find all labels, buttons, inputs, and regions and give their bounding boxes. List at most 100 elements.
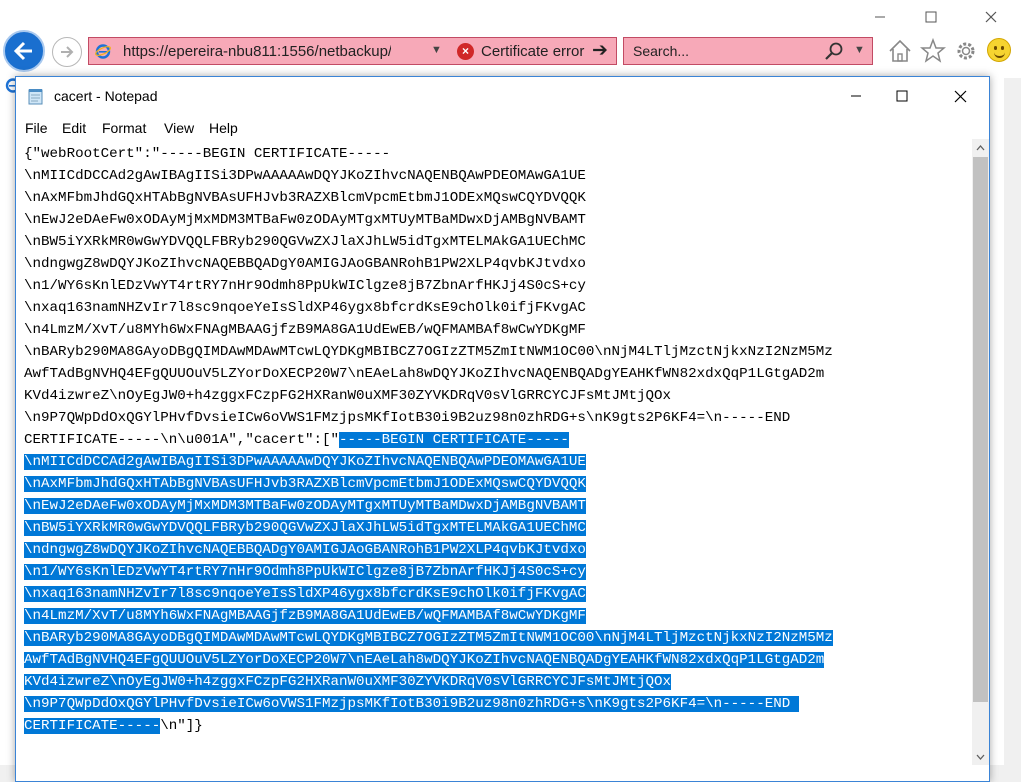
address-url: https://epereira-nbu811:1556/netbackup/s… xyxy=(123,43,391,60)
certificate-error-label[interactable]: Certificate error xyxy=(481,43,584,60)
notepad-minimize-button[interactable] xyxy=(833,77,879,115)
text-line: \nxaq163namNHZvIr7l8sc9nqoeYeIsSldXP46yg… xyxy=(24,297,974,319)
selected-text: CERTIFICATE----- xyxy=(24,718,161,734)
ie-logo-icon xyxy=(95,44,111,59)
scroll-down-button[interactable] xyxy=(972,748,989,765)
selected-text: \n4LmzM/XvT/u8MYh6WxFNAgMBAAGjfzB9MA8GA1… xyxy=(24,608,586,624)
certificate-error-icon: × xyxy=(457,43,474,60)
selected-text: \nAxMFbmJhdGQxHTAbBgNVBAsUFHJvb3RAZXBlcm… xyxy=(24,476,586,492)
forward-button[interactable] xyxy=(52,37,82,67)
search-box[interactable]: Search... ▼ xyxy=(623,37,873,65)
text-line: \ndngwgZ8wDQYJKoZIhvcNAQEBBQADgY0AMIGJAo… xyxy=(24,539,974,561)
text-segment: \n4LmzM/XvT/u8MYh6WxFNAgMBAAGjfzB9MA8GA1… xyxy=(24,322,586,338)
menu-format[interactable]: Format xyxy=(102,120,146,136)
selected-text: \n1/WY6sKnlEDzVwYT4rtRY7nHr9Odmh8PpUkWIC… xyxy=(24,564,586,580)
address-bar[interactable]: https://epereira-nbu811:1556/netbackup/s… xyxy=(88,37,617,65)
notepad-close-button[interactable] xyxy=(937,77,983,115)
gear-icon[interactable] xyxy=(953,38,979,64)
text-line: \ndngwgZ8wDQYJKoZIhvcNAQEBBQADgY0AMIGJAo… xyxy=(24,253,974,275)
text-line: \nAxMFbmJhdGQxHTAbBgNVBAsUFHJvb3RAZXBlcm… xyxy=(24,473,974,495)
home-icon[interactable] xyxy=(887,38,913,64)
menu-edit[interactable]: Edit xyxy=(62,120,86,136)
chevron-up-icon xyxy=(976,144,985,150)
text-segment: KVd4izwreZ\nOyEgJW0+h4zggxFCzpFG2HXRanW0… xyxy=(24,388,672,404)
text-line: CERTIFICATE-----\n"]} xyxy=(24,715,974,737)
text-segment: \n"]} xyxy=(160,718,203,734)
close-icon xyxy=(985,11,997,23)
text-editor[interactable]: {"webRootCert":"-----BEGIN CERTIFICATE--… xyxy=(24,143,974,763)
menu-view[interactable]: View xyxy=(164,120,194,136)
text-line: \nMIICdDCCAd2gAwIBAgIISi3DPwAAAAAwDQYJKo… xyxy=(24,451,974,473)
arrow-left-icon xyxy=(13,41,32,61)
selected-text: \n9P7QWpDdOxQGYlPHvfDvsieICw6oVWS1FMzjps… xyxy=(24,696,799,712)
menu-file[interactable]: File xyxy=(25,120,48,136)
selected-text: \nBW5iYXRkMR0wGwYDVQQLFBRyb290QGVwZXJlaX… xyxy=(24,520,586,536)
text-line: AwfTAdBgNVHQ4EFgQUUOuV5LZYorDoXECP20W7\n… xyxy=(24,363,974,385)
text-segment: \nBW5iYXRkMR0wGwYDVQQLFBRyb290QGVwZXJlaX… xyxy=(24,234,586,250)
text-line: \n4LmzM/XvT/u8MYh6WxFNAgMBAAGjfzB9MA8GA1… xyxy=(24,605,974,627)
search-placeholder: Search... xyxy=(633,43,690,59)
scroll-thumb[interactable] xyxy=(973,157,988,702)
selected-text: \nMIICdDCCAd2gAwIBAgIISi3DPwAAAAAwDQYJKo… xyxy=(24,454,586,470)
text-line: \nBW5iYXRkMR0wGwYDVQQLFBRyb290QGVwZXJlaX… xyxy=(24,231,974,253)
text-line: \nBARyb290MA8GAyoDBgQIMDAwMDAwMTcwLQYDKg… xyxy=(24,627,974,649)
maximize-icon xyxy=(896,90,908,102)
text-line: \nEwJ2eDAeFw0xODAyMjMxMDM3MTBaFw0zODAyMT… xyxy=(24,209,974,231)
text-line: {"webRootCert":"-----BEGIN CERTIFICATE--… xyxy=(24,143,974,165)
text-line: \n1/WY6sKnlEDzVwYT4rtRY7nHr9Odmh8PpUkWIC… xyxy=(24,275,974,297)
minimize-icon xyxy=(851,95,861,97)
menu-bar: File Edit Format View Help xyxy=(16,115,989,139)
text-line: \nAxMFbmJhdGQxHTAbBgNVBAsUFHJvb3RAZXBlcm… xyxy=(24,187,974,209)
browser-minimize-button[interactable] xyxy=(866,6,894,28)
text-segment: \n1/WY6sKnlEDzVwYT4rtRY7nHr9Odmh8PpUkWIC… xyxy=(24,278,586,294)
menu-help[interactable]: Help xyxy=(209,120,238,136)
feedback-smiley-icon[interactable] xyxy=(987,38,1011,62)
close-icon xyxy=(954,90,966,102)
text-line: AwfTAdBgNVHQ4EFgQUUOuV5LZYorDoXECP20W7\n… xyxy=(24,649,974,671)
address-dropdown-icon[interactable]: ▼ xyxy=(431,44,442,56)
search-icon[interactable] xyxy=(824,41,844,61)
text-line: \nMIICdDCCAd2gAwIBAgIISi3DPwAAAAAwDQYJKo… xyxy=(24,165,974,187)
selected-text: KVd4izwreZ\nOyEgJW0+h4zggxFCzpFG2HXRanW0… xyxy=(24,674,672,690)
minimize-icon xyxy=(875,16,885,18)
back-button[interactable] xyxy=(3,30,45,72)
browser-maximize-button[interactable] xyxy=(917,6,945,28)
window-title: cacert - Notepad xyxy=(54,88,158,104)
text-line: KVd4izwreZ\nOyEgJW0+h4zggxFCzpFG2HXRanW0… xyxy=(24,385,974,407)
text-segment: \nxaq163namNHZvIr7l8sc9nqoeYeIsSldXP46yg… xyxy=(24,300,586,316)
text-segment: \nAxMFbmJhdGQxHTAbBgNVBAsUFHJvb3RAZXBlcm… xyxy=(24,190,586,206)
notepad-vertical-scrollbar[interactable] xyxy=(972,139,989,765)
text-line: KVd4izwreZ\nOyEgJW0+h4zggxFCzpFG2HXRanW0… xyxy=(24,671,974,693)
chevron-down-icon xyxy=(976,754,985,760)
notepad-maximize-button[interactable] xyxy=(879,77,925,115)
text-line: \nBARyb290MA8GAyoDBgQIMDAwMDAwMTcwLQYDKg… xyxy=(24,341,974,363)
text-line: \nxaq163namNHZvIr7l8sc9nqoeYeIsSldXP46yg… xyxy=(24,583,974,605)
text-segment: \ndngwgZ8wDQYJKoZIhvcNAQEBBQADgY0AMIGJAo… xyxy=(24,256,586,272)
text-segment: {"webRootCert":"-----BEGIN CERTIFICATE--… xyxy=(24,146,391,162)
text-line: CERTIFICATE-----\n\u001A","cacert":["---… xyxy=(24,429,974,451)
text-line: \nBW5iYXRkMR0wGwYDVQQLFBRyb290QGVwZXJlaX… xyxy=(24,517,974,539)
go-arrow-icon[interactable]: ➔ xyxy=(592,39,608,62)
browser-vertical-scrollbar[interactable] xyxy=(1004,78,1021,782)
selected-text: AwfTAdBgNVHQ4EFgQUUOuV5LZYorDoXECP20W7\n… xyxy=(24,652,825,668)
text-line: \n9P7QWpDdOxQGYlPHvfDvsieICw6oVWS1FMzjps… xyxy=(24,693,974,715)
selected-text: \nxaq163namNHZvIr7l8sc9nqoeYeIsSldXP46yg… xyxy=(24,586,586,602)
text-line: \n9P7QWpDdOxQGYlPHvfDvsieICw6oVWS1FMzjps… xyxy=(24,407,974,429)
selected-text: -----BEGIN CERTIFICATE----- xyxy=(339,432,569,448)
text-line: \n4LmzM/XvT/u8MYh6WxFNAgMBAAGjfzB9MA8GA1… xyxy=(24,319,974,341)
text-segment: \n9P7QWpDdOxQGYlPHvfDvsieICw6oVWS1FMzjps… xyxy=(24,410,791,426)
text-segment: \nMIICdDCCAd2gAwIBAgIISi3DPwAAAAAwDQYJKo… xyxy=(24,168,586,184)
arrow-right-icon xyxy=(61,46,74,58)
selected-text: \nEwJ2eDAeFw0xODAyMjMxMDM3MTBaFw0zODAyMT… xyxy=(24,498,586,514)
notepad-titlebar[interactable]: cacert - Notepad xyxy=(16,77,989,115)
search-dropdown-icon[interactable]: ▼ xyxy=(854,44,865,56)
maximize-icon xyxy=(925,11,937,23)
notepad-window: cacert - Notepad File Edit Format View H… xyxy=(15,76,990,782)
scroll-up-button[interactable] xyxy=(972,139,989,156)
text-line: \n1/WY6sKnlEDzVwYT4rtRY7nHr9Odmh8PpUkWIC… xyxy=(24,561,974,583)
notepad-app-icon xyxy=(28,89,43,105)
text-line: \nEwJ2eDAeFw0xODAyMjMxMDM3MTBaFw0zODAyMT… xyxy=(24,495,974,517)
browser-close-button[interactable] xyxy=(977,6,1005,28)
text-segment: \nBARyb290MA8GAyoDBgQIMDAwMDAwMTcwLQYDKg… xyxy=(24,344,833,360)
favorites-star-icon[interactable] xyxy=(920,38,946,64)
